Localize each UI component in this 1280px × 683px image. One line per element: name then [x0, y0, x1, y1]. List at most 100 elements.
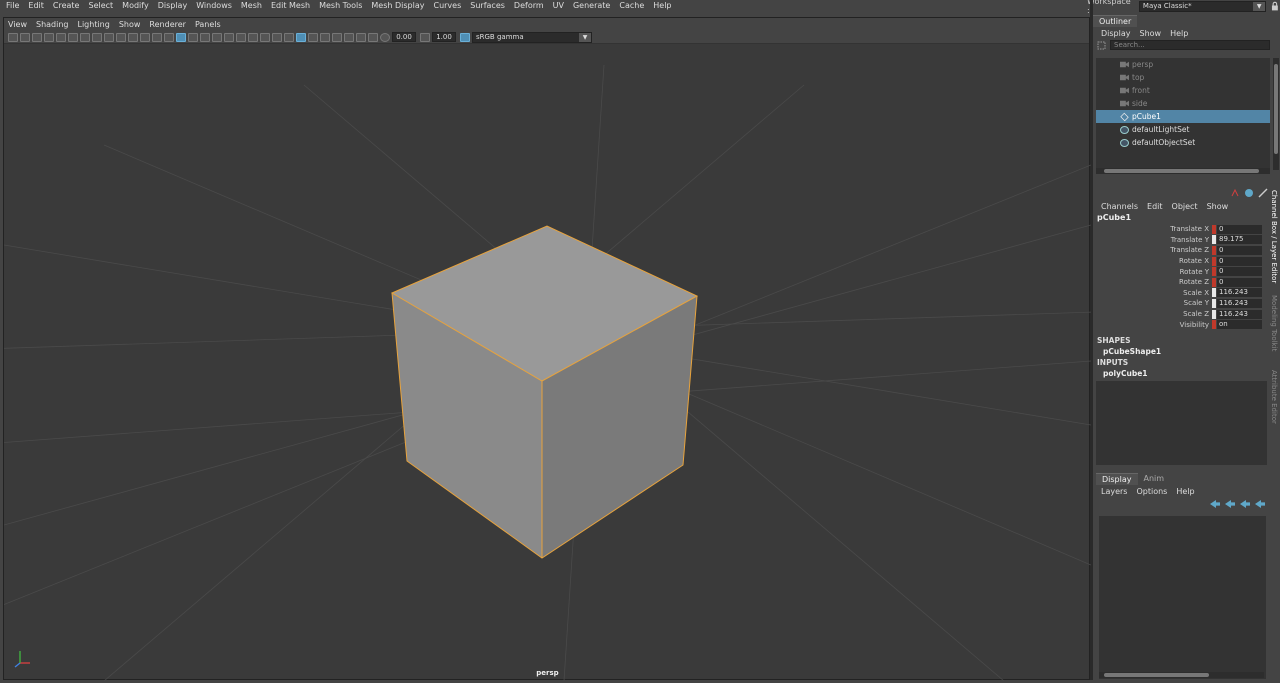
- channel-value-field[interactable]: 0: [1217, 256, 1262, 266]
- channel-row[interactable]: Visibility on: [1093, 319, 1270, 330]
- panel-menu-view[interactable]: View: [8, 20, 27, 29]
- outliner-menu-help[interactable]: Help: [1170, 29, 1188, 38]
- channel-value-field[interactable]: on: [1217, 320, 1262, 330]
- search-input[interactable]: Search...: [1110, 40, 1270, 50]
- xray-joints-icon[interactable]: [332, 32, 342, 42]
- layer-horizontal-scrollbar[interactable]: [1099, 672, 1264, 678]
- exposure-toggle-icon[interactable]: [368, 32, 378, 42]
- wireframe-icon[interactable]: [164, 32, 174, 42]
- menu-curves[interactable]: Curves: [433, 1, 461, 10]
- menu-generate[interactable]: Generate: [573, 1, 610, 10]
- side-tab-channel-box[interactable]: Channel Box / Layer Editor: [1270, 190, 1278, 283]
- channel-box-toggle-icon[interactable]: [1230, 188, 1240, 198]
- shadows-icon[interactable]: [236, 32, 246, 42]
- xray-active-components-icon[interactable]: [320, 32, 330, 42]
- channel-value-field[interactable]: 0: [1217, 224, 1262, 234]
- menu-mesh-display[interactable]: Mesh Display: [371, 1, 424, 10]
- outliner-menu-show[interactable]: Show: [1140, 29, 1162, 38]
- channel-row[interactable]: Scale Y 116.243: [1093, 298, 1270, 309]
- menu-deform[interactable]: Deform: [514, 1, 544, 10]
- tab-anim[interactable]: Anim: [1138, 473, 1171, 485]
- channel-row[interactable]: Translate Z 0: [1093, 245, 1270, 256]
- color-space-dropdown[interactable]: sRGB gamma ▼: [472, 31, 592, 43]
- motion-blur-icon[interactable]: [260, 32, 270, 42]
- channel-row[interactable]: Rotate Z 0: [1093, 277, 1270, 288]
- camera-attributes-icon[interactable]: [20, 32, 30, 42]
- channel-row[interactable]: Scale X 116.243: [1093, 288, 1270, 299]
- tab-display[interactable]: Display: [1096, 473, 1138, 485]
- 3d-scene[interactable]: persp: [0, 45, 1280, 682]
- channel-value-field[interactable]: 0: [1217, 245, 1262, 255]
- layer-menu-options[interactable]: Options: [1136, 487, 1167, 496]
- textured-icon[interactable]: [212, 32, 222, 42]
- side-tab-modeling-toolkit[interactable]: Modeling Toolkit: [1270, 295, 1278, 351]
- channel-row[interactable]: Rotate Y 0: [1093, 266, 1270, 277]
- gamma-field[interactable]: 1.00: [432, 32, 456, 42]
- field-chart-icon[interactable]: [128, 32, 138, 42]
- channel-value-field[interactable]: 116.243: [1217, 288, 1262, 298]
- outliner-menu-display[interactable]: Display: [1101, 29, 1131, 38]
- gate-mask-icon[interactable]: [116, 32, 126, 42]
- panel-menu-show[interactable]: Show: [119, 20, 141, 29]
- safe-title-icon[interactable]: [152, 32, 162, 42]
- select-camera-icon[interactable]: [8, 32, 18, 42]
- menu-create[interactable]: Create: [53, 1, 80, 10]
- channel-menu-show[interactable]: Show: [1207, 202, 1229, 211]
- safe-action-icon[interactable]: [140, 32, 150, 42]
- backface-culling-icon[interactable]: [344, 32, 354, 42]
- film-gate-icon[interactable]: [92, 32, 102, 42]
- layer-menu-help[interactable]: Help: [1176, 487, 1194, 496]
- move-layer-down-icon[interactable]: [1225, 500, 1235, 508]
- menu-edit[interactable]: Edit: [28, 1, 44, 10]
- menu-mesh[interactable]: Mesh: [241, 1, 262, 10]
- outliner-item[interactable]: defaultObjectSet: [1096, 136, 1270, 149]
- menu-help[interactable]: Help: [653, 1, 671, 10]
- menu-edit-mesh[interactable]: Edit Mesh: [271, 1, 310, 10]
- grid-icon[interactable]: [80, 32, 90, 42]
- channel-value-field[interactable]: 116.243: [1217, 298, 1262, 308]
- channel-value-field[interactable]: 89.175: [1217, 235, 1262, 245]
- bookmarks-icon[interactable]: [32, 32, 42, 42]
- menu-surfaces[interactable]: Surfaces: [470, 1, 505, 10]
- isolate-select-icon[interactable]: [296, 32, 306, 42]
- resolution-gate-icon[interactable]: [104, 32, 114, 42]
- wireframe-on-shaded-icon[interactable]: [200, 32, 210, 42]
- use-all-lights-icon[interactable]: [224, 32, 234, 42]
- outliner-item[interactable]: top: [1096, 71, 1270, 84]
- menu-modify[interactable]: Modify: [122, 1, 149, 10]
- attribute-editor-toggle-icon[interactable]: [1244, 188, 1254, 198]
- use-default-material-icon[interactable]: [188, 32, 198, 42]
- channel-value-field[interactable]: 0: [1217, 267, 1262, 277]
- menu-display[interactable]: Display: [158, 1, 188, 10]
- outliner-horizontal-scrollbar[interactable]: [1096, 168, 1270, 174]
- panel-menu-lighting[interactable]: Lighting: [77, 20, 109, 29]
- new-layer-from-selection-icon[interactable]: [1255, 500, 1265, 508]
- panel-menu-renderer[interactable]: Renderer: [149, 20, 186, 29]
- gamma-icon[interactable]: [420, 32, 430, 42]
- outliner-item[interactable]: defaultLightSet: [1096, 123, 1270, 136]
- channel-menu-channels[interactable]: Channels: [1101, 202, 1138, 211]
- outliner-item[interactable]: persp: [1096, 58, 1270, 71]
- panel-menu-panels[interactable]: Panels: [195, 20, 221, 29]
- workspace-dropdown[interactable]: Maya Classic* ▼: [1138, 0, 1267, 12]
- outliner-item[interactable]: side: [1096, 97, 1270, 110]
- move-layer-up-icon[interactable]: [1210, 500, 1220, 508]
- image-plane-icon[interactable]: [44, 32, 54, 42]
- cube-pcube1[interactable]: [390, 225, 699, 559]
- exposure-icon[interactable]: [380, 32, 390, 42]
- depth-of-field-icon[interactable]: [284, 32, 294, 42]
- xray-icon[interactable]: [308, 32, 318, 42]
- layer-menu-layers[interactable]: Layers: [1101, 487, 1127, 496]
- viewport-panel[interactable]: View Shading Lighting Show Renderer Panels 0.…: [0, 17, 1280, 682]
- menu-file[interactable]: File: [6, 1, 19, 10]
- menu-select[interactable]: Select: [88, 1, 113, 10]
- input-node[interactable]: polyCube1: [1093, 368, 1270, 379]
- channel-menu-edit[interactable]: Edit: [1147, 202, 1163, 211]
- shape-node[interactable]: pCubeShape1: [1093, 346, 1270, 357]
- outliner-item[interactable]: front: [1096, 84, 1270, 97]
- channel-row[interactable]: Scale Z 116.243: [1093, 309, 1270, 320]
- tab-outliner[interactable]: Outliner: [1093, 15, 1138, 27]
- outliner-vertical-scrollbar[interactable]: [1273, 58, 1279, 170]
- multisample-aa-icon[interactable]: [272, 32, 282, 42]
- lock-icon[interactable]: [1270, 1, 1280, 11]
